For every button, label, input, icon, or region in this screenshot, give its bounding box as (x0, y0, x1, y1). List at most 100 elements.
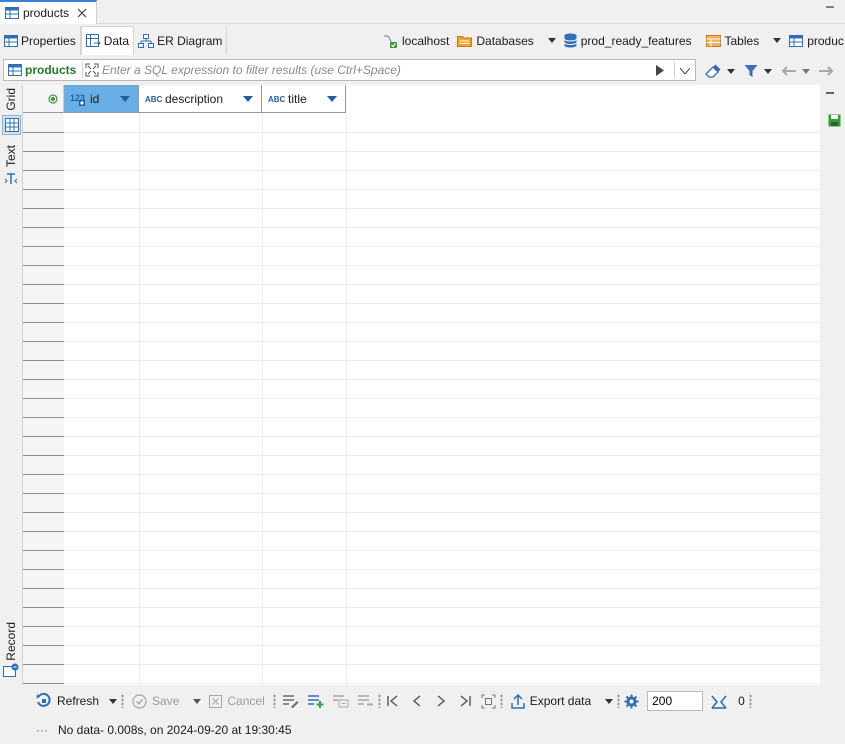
filter-row: products (0, 58, 845, 84)
grid-view-button[interactable] (2, 115, 21, 135)
column-header-id[interactable]: 123 id (64, 85, 139, 113)
select-all-icon[interactable] (48, 94, 58, 104)
cancel-button[interactable]: Cancel (205, 689, 268, 713)
text-view-icon[interactable] (4, 172, 18, 186)
breadcrumb-table[interactable]: produc (789, 34, 844, 48)
grid-row-line (64, 436, 821, 437)
status-bar: ··· No data- 0.008s, on 2024-09-20 at 19… (0, 718, 845, 742)
table-icon (5, 7, 19, 19)
grid-row-line (64, 645, 821, 646)
row-divider (23, 512, 64, 513)
chevron-down-icon[interactable] (547, 38, 556, 43)
tab-properties[interactable]: Properties (0, 26, 81, 55)
results-grid[interactable]: 123 id ABC description ABC title (22, 85, 821, 685)
edit-rows-icon[interactable] (282, 694, 299, 708)
breadcrumb-connection[interactable]: localhost (382, 33, 449, 49)
chevron-down-icon[interactable] (727, 68, 735, 74)
separator (748, 694, 752, 708)
grid-view-label[interactable]: Grid (4, 88, 18, 111)
chevron-down-icon[interactable] (680, 68, 690, 74)
delete-row-icon[interactable] (357, 694, 374, 708)
chevron-down-icon[interactable] (773, 38, 782, 43)
separator (617, 694, 621, 708)
arrow-left-icon[interactable] (781, 66, 796, 76)
chevron-down-icon[interactable] (605, 698, 614, 704)
chevron-down-icon[interactable] (327, 96, 337, 102)
results-toolbar: Refresh Save Cancel Export data 200 0 (0, 687, 845, 715)
er-diagram-icon (138, 33, 155, 48)
record-view-label[interactable]: Record (4, 622, 18, 661)
row-divider (23, 569, 64, 570)
editor-subtabs: Properties Data ER Diagram (0, 26, 228, 55)
grid-row-line (64, 303, 821, 304)
editor-tab-products[interactable]: products (0, 0, 97, 24)
expand-icon[interactable] (85, 63, 99, 77)
grid-corner[interactable] (23, 85, 64, 113)
tab-er-diagram[interactable]: ER Diagram (134, 26, 228, 55)
breadcrumb-database[interactable]: prod_ready_features (563, 33, 692, 48)
fetch-all-icon[interactable] (481, 694, 496, 709)
separator (121, 694, 125, 708)
grid-row-line (64, 531, 821, 532)
row-count-icon[interactable] (711, 694, 727, 709)
duplicate-row-icon[interactable] (332, 694, 349, 708)
chevron-down-icon[interactable] (109, 698, 118, 704)
arrow-right-icon[interactable] (819, 66, 834, 76)
export-label: Export data (529, 694, 592, 708)
breadcrumb-databases[interactable]: Databases (457, 33, 556, 48)
refresh-button[interactable]: Refresh (32, 689, 103, 713)
row-divider (23, 170, 64, 171)
row-divider (23, 379, 64, 380)
tab-label: Properties (21, 33, 76, 48)
row-divider (23, 588, 64, 589)
refresh-label: Refresh (57, 694, 100, 708)
last-page-icon[interactable] (459, 695, 471, 707)
minimize-icon[interactable] (825, 2, 835, 12)
grid-row-line (64, 132, 821, 133)
gear-icon[interactable] (624, 694, 639, 709)
previous-page-icon[interactable] (412, 695, 421, 707)
save-icon[interactable] (828, 114, 841, 127)
panel-minimize-icon[interactable] (826, 89, 834, 97)
breadcrumb-tables[interactable]: Tables (705, 34, 782, 48)
next-page-icon[interactable] (437, 695, 445, 707)
execute-filter-icon[interactable] (656, 65, 664, 76)
text-view-label[interactable]: Text (4, 145, 18, 167)
chevron-down-icon[interactable] (120, 96, 130, 102)
filter-icon[interactable] (744, 64, 758, 78)
cancel-icon (209, 694, 223, 708)
save-label: Save (152, 694, 180, 708)
row-divider (23, 550, 64, 551)
column-header-description[interactable]: ABC description (139, 85, 262, 113)
add-row-icon[interactable] (307, 694, 324, 708)
chevron-down-icon[interactable] (802, 68, 810, 74)
first-page-icon[interactable] (387, 695, 399, 707)
chevron-down-icon[interactable] (764, 68, 772, 74)
grid-row-line (64, 512, 821, 513)
table-icon (8, 64, 22, 76)
record-view-icon[interactable] (3, 663, 19, 679)
svg-text:ABC: ABC (145, 95, 163, 104)
export-data-button[interactable]: Export data (507, 689, 595, 713)
chevron-down-icon[interactable] (243, 96, 253, 102)
folder-table-icon (705, 34, 721, 47)
column-header-title[interactable]: ABC title (262, 85, 346, 113)
chevron-down-icon[interactable] (193, 698, 202, 704)
breadcrumb-label: Databases (476, 33, 534, 48)
row-divider (23, 208, 64, 209)
eraser-icon[interactable] (705, 64, 721, 78)
save-button[interactable]: Save (128, 689, 183, 713)
row-divider (23, 360, 64, 361)
grid-icon (5, 118, 19, 132)
grid-row-line (64, 246, 821, 247)
folder-icon (457, 34, 473, 47)
fetch-size-input[interactable] (647, 691, 704, 711)
row-count-value: 0 (738, 694, 745, 708)
grid-row-line (64, 189, 821, 190)
status-ellipsis[interactable]: ··· (36, 723, 48, 737)
filter-input[interactable] (102, 60, 642, 80)
close-icon[interactable] (77, 8, 87, 18)
column-name: description (165, 91, 224, 106)
tab-data[interactable]: Data (80, 26, 135, 55)
data-grid-icon (85, 34, 101, 48)
